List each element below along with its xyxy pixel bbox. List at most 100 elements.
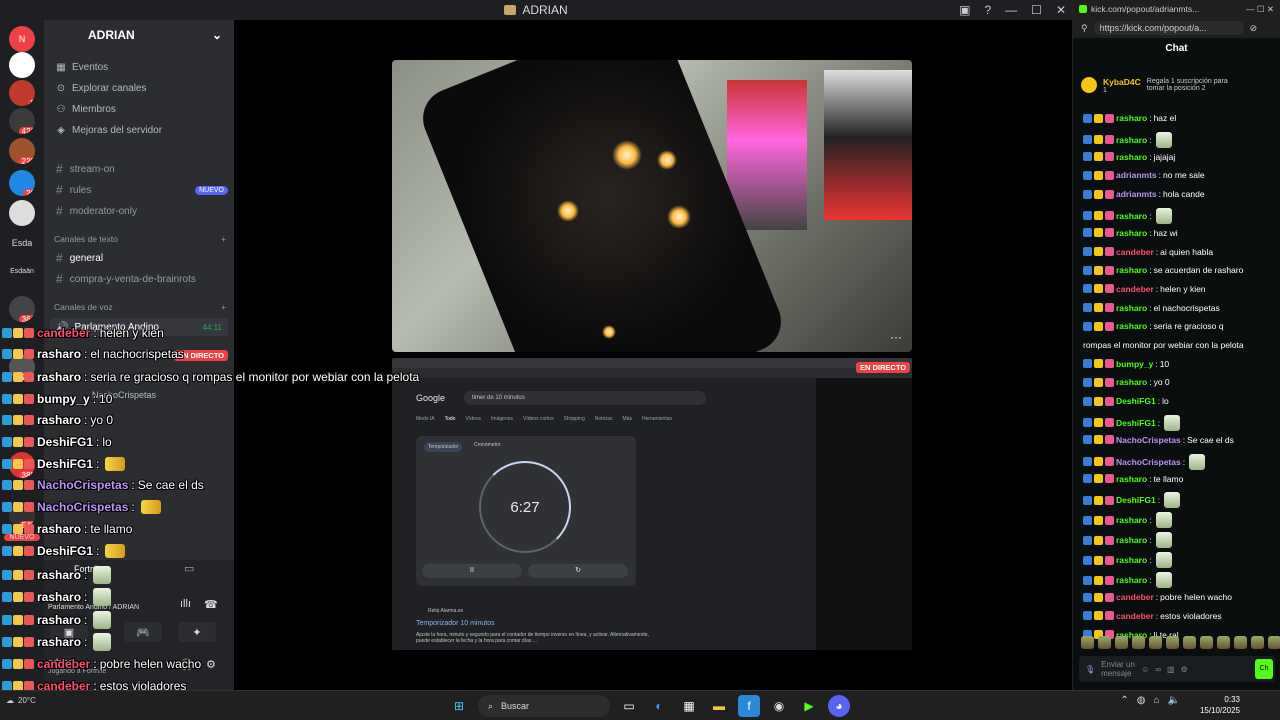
channel-stream-on[interactable]: # stream-on <box>56 162 228 176</box>
activity-button[interactable]: 🎮 <box>124 622 162 642</box>
soundboard-icon[interactable]: ıllı <box>180 598 191 610</box>
chat-username[interactable]: rasharo <box>1116 575 1147 585</box>
emote-icon[interactable] <box>1251 636 1264 649</box>
channel-moderator-only[interactable]: # moderator-only <box>56 204 228 218</box>
chat-username[interactable]: rasharo <box>1116 535 1147 545</box>
category-voice-channels[interactable]: Canales de voz + <box>54 302 226 312</box>
chevron-up-icon[interactable]: ⌃ <box>1120 695 1128 706</box>
emote-icon[interactable] <box>1234 636 1247 649</box>
server-icon[interactable] <box>9 52 35 78</box>
emote-icon[interactable] <box>1132 636 1145 649</box>
file-explorer-icon[interactable]: ▬ <box>708 695 730 717</box>
users-icon[interactable]: ∞ <box>1155 665 1161 674</box>
chat-username[interactable]: adrianmts <box>1116 189 1157 199</box>
category-text-channels[interactable]: Canales de texto + <box>54 234 226 244</box>
more-options-icon[interactable]: ··· <box>888 331 904 344</box>
chat-username[interactable]: rasharo <box>1116 211 1147 221</box>
network-icon[interactable]: ⌂ <box>1154 695 1160 706</box>
webcam-stream[interactable]: ··· <box>392 60 912 352</box>
taskbar-search[interactable]: ⌕ Buscar <box>478 695 610 717</box>
nav-browse-channels[interactable]: ⊙ Explorar canales <box>56 83 147 94</box>
chat-username[interactable]: rasharo <box>1116 303 1147 313</box>
chat-username[interactable]: rasharo <box>1116 135 1147 145</box>
add-channel-icon[interactable]: + <box>221 302 226 312</box>
chat-username[interactable]: DeshiFG1 <box>1116 396 1156 406</box>
screen-icon[interactable]: ▭ <box>184 562 194 575</box>
chat-username[interactable]: candeber <box>1116 247 1154 257</box>
chat-username[interactable]: adrianmts <box>1116 170 1157 180</box>
emote-icon[interactable] <box>1217 636 1230 649</box>
store-icon[interactable]: ▦ <box>678 695 700 717</box>
app-tray-icon[interactable]: ◍ <box>1137 695 1146 706</box>
mic-icon[interactable]: 🎙 <box>1085 665 1095 674</box>
chat-input[interactable]: 🎙 Enviar un mensaje ☺ ∞ ▥ ⚙ Ch <box>1079 656 1275 682</box>
edge-icon[interactable]: ◐ <box>648 695 670 717</box>
windows-start-icon[interactable]: ⊞ <box>448 695 470 717</box>
server-icon[interactable]: 5 <box>9 80 35 106</box>
maximize-button[interactable]: ☐ <box>1031 3 1042 17</box>
chat-username[interactable]: rasharo <box>1116 555 1147 565</box>
server-icon[interactable]: 421 <box>9 108 35 134</box>
chat-username[interactable]: candeber <box>1116 611 1154 621</box>
volume-icon[interactable]: 🔈 <box>1168 695 1180 706</box>
chat-username[interactable]: DeshiFG1 <box>1116 418 1156 428</box>
chat-username[interactable]: rasharo <box>1116 474 1147 484</box>
settings-gear-icon[interactable]: ⚙ <box>206 658 216 671</box>
emote-icon[interactable] <box>1268 636 1280 649</box>
chat-username[interactable]: rasharo <box>1116 265 1147 275</box>
chat-username[interactable]: rasharo <box>1116 152 1147 162</box>
send-button[interactable]: Ch <box>1255 659 1273 679</box>
site-info-icon[interactable]: ⚲ <box>1081 23 1088 34</box>
emote-icon[interactable] <box>1183 636 1196 649</box>
chat-username[interactable]: rasharo <box>1116 321 1147 331</box>
channel-brainrots[interactable]: # compra-y-venta-de-brainrots <box>56 272 228 286</box>
server-icon[interactable] <box>9 200 35 226</box>
chat-username[interactable]: rasharo <box>1116 113 1147 123</box>
emote-icon[interactable] <box>1081 636 1094 649</box>
close-button[interactable]: ✕ <box>1056 3 1066 17</box>
emote-icon[interactable] <box>1200 636 1213 649</box>
nav-members[interactable]: ⚇ Miembros <box>56 104 116 115</box>
emote-icon[interactable] <box>1115 636 1128 649</box>
inbox-icon[interactable]: ▣ <box>959 3 970 17</box>
nav-server-boost[interactable]: ◈ Mejoras del servidor <box>56 125 162 136</box>
channel-rules[interactable]: # rules NUEVO <box>56 183 228 197</box>
chat-username[interactable]: rasharo <box>1116 228 1147 238</box>
help-icon[interactable]: ? <box>984 3 991 17</box>
disconnect-icon[interactable]: ☎ <box>204 598 218 611</box>
server-label[interactable]: Esda <box>4 238 40 248</box>
discord-icon[interactable]: ◕ <box>828 695 850 717</box>
window-controls[interactable]: — ☐ ✕ <box>1246 4 1274 15</box>
settings-gear-icon[interactable]: ⚙ <box>1181 665 1188 674</box>
chat-username[interactable]: DeshiFG1 <box>1116 495 1156 505</box>
address-bar[interactable]: ⚲ https://kick.com/popout/a... ⊘ <box>1073 18 1280 38</box>
clock[interactable]: 0:33 15/10/2025 <box>1200 694 1240 716</box>
server-header[interactable]: ADRIAN ⌄ <box>44 20 234 50</box>
channel-general[interactable]: # general <box>56 251 228 265</box>
screenshare-stream[interactable]: EN DIRECTO Google timer de 10 minutos Mo… <box>392 358 912 650</box>
emote-icon[interactable] <box>1166 636 1179 649</box>
chat-username[interactable]: candeber <box>1116 284 1154 294</box>
server-icon[interactable]: 20 <box>9 170 35 196</box>
kick-app-icon[interactable]: ▶ <box>798 695 820 717</box>
chat-username[interactable]: rasharo <box>1116 515 1147 525</box>
nav-events[interactable]: ▦ Eventos <box>56 62 108 73</box>
chrome-icon[interactable]: ◉ <box>768 695 790 717</box>
minimize-button[interactable]: — <box>1005 3 1017 17</box>
chat-username[interactable]: candeber <box>1116 592 1154 602</box>
task-view-icon[interactable]: ▭ <box>618 695 640 717</box>
emote-icon[interactable] <box>1098 636 1111 649</box>
server-icon[interactable]: 228 <box>9 138 35 164</box>
emoji-icon[interactable]: ☺ <box>1141 665 1149 674</box>
add-channel-icon[interactable]: + <box>221 234 226 244</box>
pinned-gift-banner[interactable]: KybaD4C 1 Regala 1 suscripción para toma… <box>1081 66 1273 104</box>
eye-off-icon[interactable]: ⊘ <box>1250 23 1258 34</box>
server-icon[interactable]: 364 <box>9 296 35 322</box>
server-icon[interactable]: N <box>9 26 35 52</box>
browser-tab[interactable]: kick.com/popout/adrianmts... — ☐ ✕ <box>1073 0 1280 18</box>
store-icon[interactable]: ▥ <box>1167 665 1175 674</box>
server-label[interactable]: Esdaän <box>4 268 40 275</box>
effects-button[interactable]: ✦ <box>178 622 216 642</box>
weather-widget[interactable]: ☁ 20°C <box>6 696 36 705</box>
chat-username[interactable]: rasharo <box>1116 377 1147 387</box>
